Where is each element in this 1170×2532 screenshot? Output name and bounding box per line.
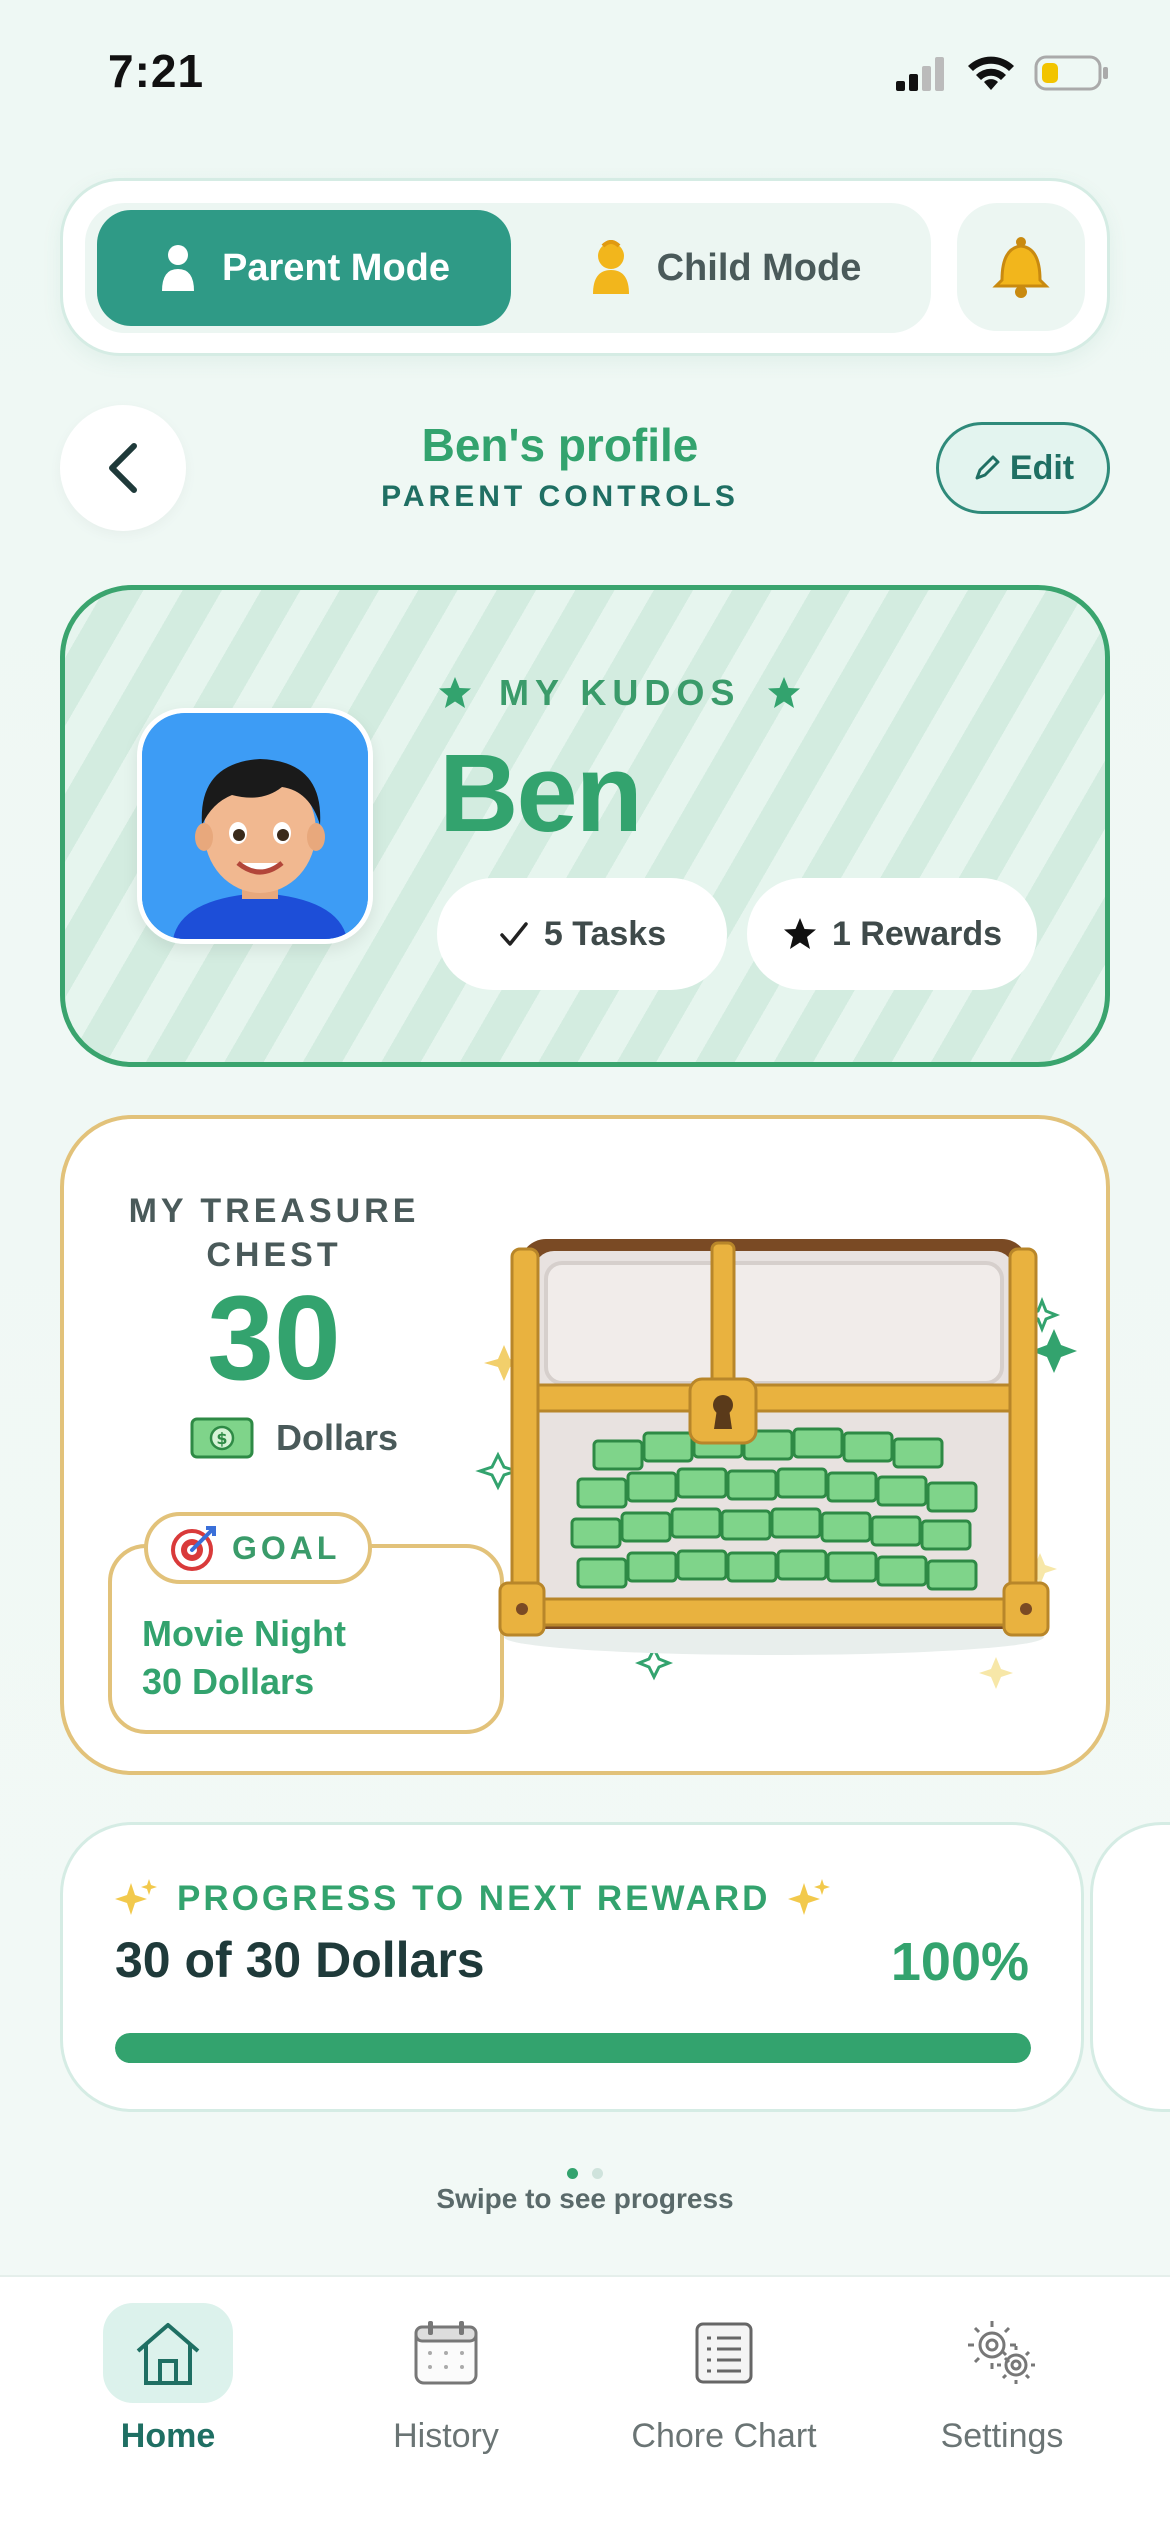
- goal-tag: GOAL: [144, 1512, 373, 1584]
- svg-text:$: $: [216, 1429, 227, 1448]
- profile-subtitle: PARENT CONTROLS: [381, 480, 739, 513]
- calendar-icon-wrap: [381, 2303, 511, 2403]
- tab-home-label: Home: [120, 2417, 216, 2455]
- tab-settings[interactable]: Settings: [872, 2303, 1132, 2483]
- page-dot-active: [567, 2168, 578, 2179]
- goal-box: GOAL Movie Night 30 Dollars: [108, 1512, 504, 1734]
- treasure-amount: 30: [207, 1271, 341, 1405]
- gear-icon-wrap: [937, 2303, 1067, 2403]
- target-icon: [171, 1526, 216, 1571]
- rewards-count: 1 Rewards: [831, 914, 1003, 953]
- parent-mode-button[interactable]: Parent Mode: [97, 210, 511, 326]
- tasks-count: 5 Tasks: [543, 914, 667, 953]
- list-icon-wrap: [659, 2303, 789, 2403]
- child-name: Ben: [439, 732, 643, 855]
- tab-chore-chart-label: Chore Chart: [631, 2417, 817, 2455]
- treasure-chest-card: MY TREASURE CHEST 30 $ Dollars GOAL Movi…: [60, 1115, 1110, 1775]
- child-mode-label: Child Mode: [656, 246, 862, 289]
- star-icon: [783, 918, 816, 949]
- checkmark-icon: [500, 922, 528, 946]
- status-icons: [896, 54, 1110, 92]
- home-icon: [136, 2323, 200, 2385]
- swipe-hint: Swipe to see progress: [436, 2183, 734, 2214]
- kudos-label: MY KUDOS: [499, 672, 741, 713]
- goal-amount: 30 Dollars: [142, 1661, 315, 1702]
- treasure-unit: $ Dollars: [190, 1417, 398, 1459]
- goal-tag-label: GOAL: [232, 1529, 341, 1566]
- tab-settings-label: Settings: [940, 2417, 1064, 2455]
- treasure-chest-illustration: [475, 1239, 1077, 1689]
- mode-toggle: Parent Mode Child Mode: [85, 203, 931, 333]
- treasure-unit-label: Dollars: [276, 1417, 399, 1458]
- progress-bar-fill: [115, 2033, 1031, 2063]
- child-avatar-illustration: [142, 713, 368, 939]
- star-icon: [768, 677, 801, 708]
- edit-label: Edit: [1009, 448, 1075, 487]
- tab-chore-chart[interactable]: Chore Chart: [594, 2303, 854, 2483]
- progress-card[interactable]: PROGRESS TO NEXT REWARD 30 of 30 Dollars…: [60, 1822, 1084, 2112]
- treasure-title: MY TREASURE CHEST: [128, 1192, 420, 1274]
- goal-text: Movie Night 30 Dollars: [142, 1610, 346, 1706]
- home-icon-wrap: [103, 2303, 233, 2403]
- child-icon: [592, 240, 629, 294]
- progress-bar: [115, 2033, 1031, 2063]
- list-icon: [695, 2322, 753, 2384]
- calendar-icon: [414, 2321, 478, 2385]
- tasks-count-pill: 5 Tasks: [437, 878, 727, 990]
- app-screen: 7:21 Parent Mode Child Mode Ben's profil…: [0, 0, 1170, 2532]
- sparkles-icon: [115, 1879, 157, 1915]
- page-indicator: [0, 2168, 1170, 2179]
- progress-value: 30 of 30 Dollars: [115, 1932, 485, 1988]
- cellular-signal-icon: [896, 57, 944, 91]
- goal-name: Movie Night: [142, 1613, 346, 1654]
- parent-mode-label: Parent Mode: [221, 246, 451, 289]
- tab-history-label: History: [393, 2417, 499, 2455]
- avatar: [137, 708, 373, 944]
- mode-switch: Parent Mode Child Mode: [60, 178, 1110, 356]
- bell-icon: [992, 237, 1050, 298]
- dollar-bill-icon: $: [190, 1417, 254, 1459]
- status-bar: 7:21: [0, 0, 1170, 140]
- next-card-peek[interactable]: [1090, 1822, 1170, 2112]
- progress-percent: 100%: [890, 1932, 1029, 1992]
- chevron-left-icon: [109, 443, 137, 493]
- tab-home[interactable]: Home: [38, 2303, 298, 2483]
- battery-icon: [1034, 55, 1108, 91]
- notifications-button[interactable]: [957, 203, 1085, 331]
- rewards-count-pill: 1 Rewards: [747, 878, 1037, 990]
- status-time: 7:21: [108, 45, 205, 97]
- sparkles-icon: [788, 1879, 831, 1915]
- child-mode-button[interactable]: Child Mode: [525, 210, 925, 326]
- tab-history[interactable]: History: [316, 2303, 576, 2483]
- gear-icon: [968, 2321, 1035, 2384]
- star-icon: [439, 677, 471, 708]
- page-dot: [592, 2168, 603, 2179]
- pencil-icon: [975, 455, 1000, 480]
- progress-label: PROGRESS TO NEXT REWARD: [177, 1879, 771, 1918]
- person-icon: [161, 245, 194, 291]
- progress-heading: PROGRESS TO NEXT REWARD: [115, 1877, 832, 1921]
- kudos-card: MY KUDOS Ben 5 Tasks 1 Rewards: [60, 585, 1110, 1067]
- kudos-heading: MY KUDOS: [437, 672, 802, 714]
- back-button[interactable]: [60, 405, 186, 531]
- tab-bar: Home History Chore Chart Settings: [0, 2275, 1170, 2532]
- edit-button[interactable]: Edit: [936, 422, 1110, 514]
- profile-title: Ben's profile: [421, 419, 699, 471]
- wifi-icon: [968, 56, 1014, 90]
